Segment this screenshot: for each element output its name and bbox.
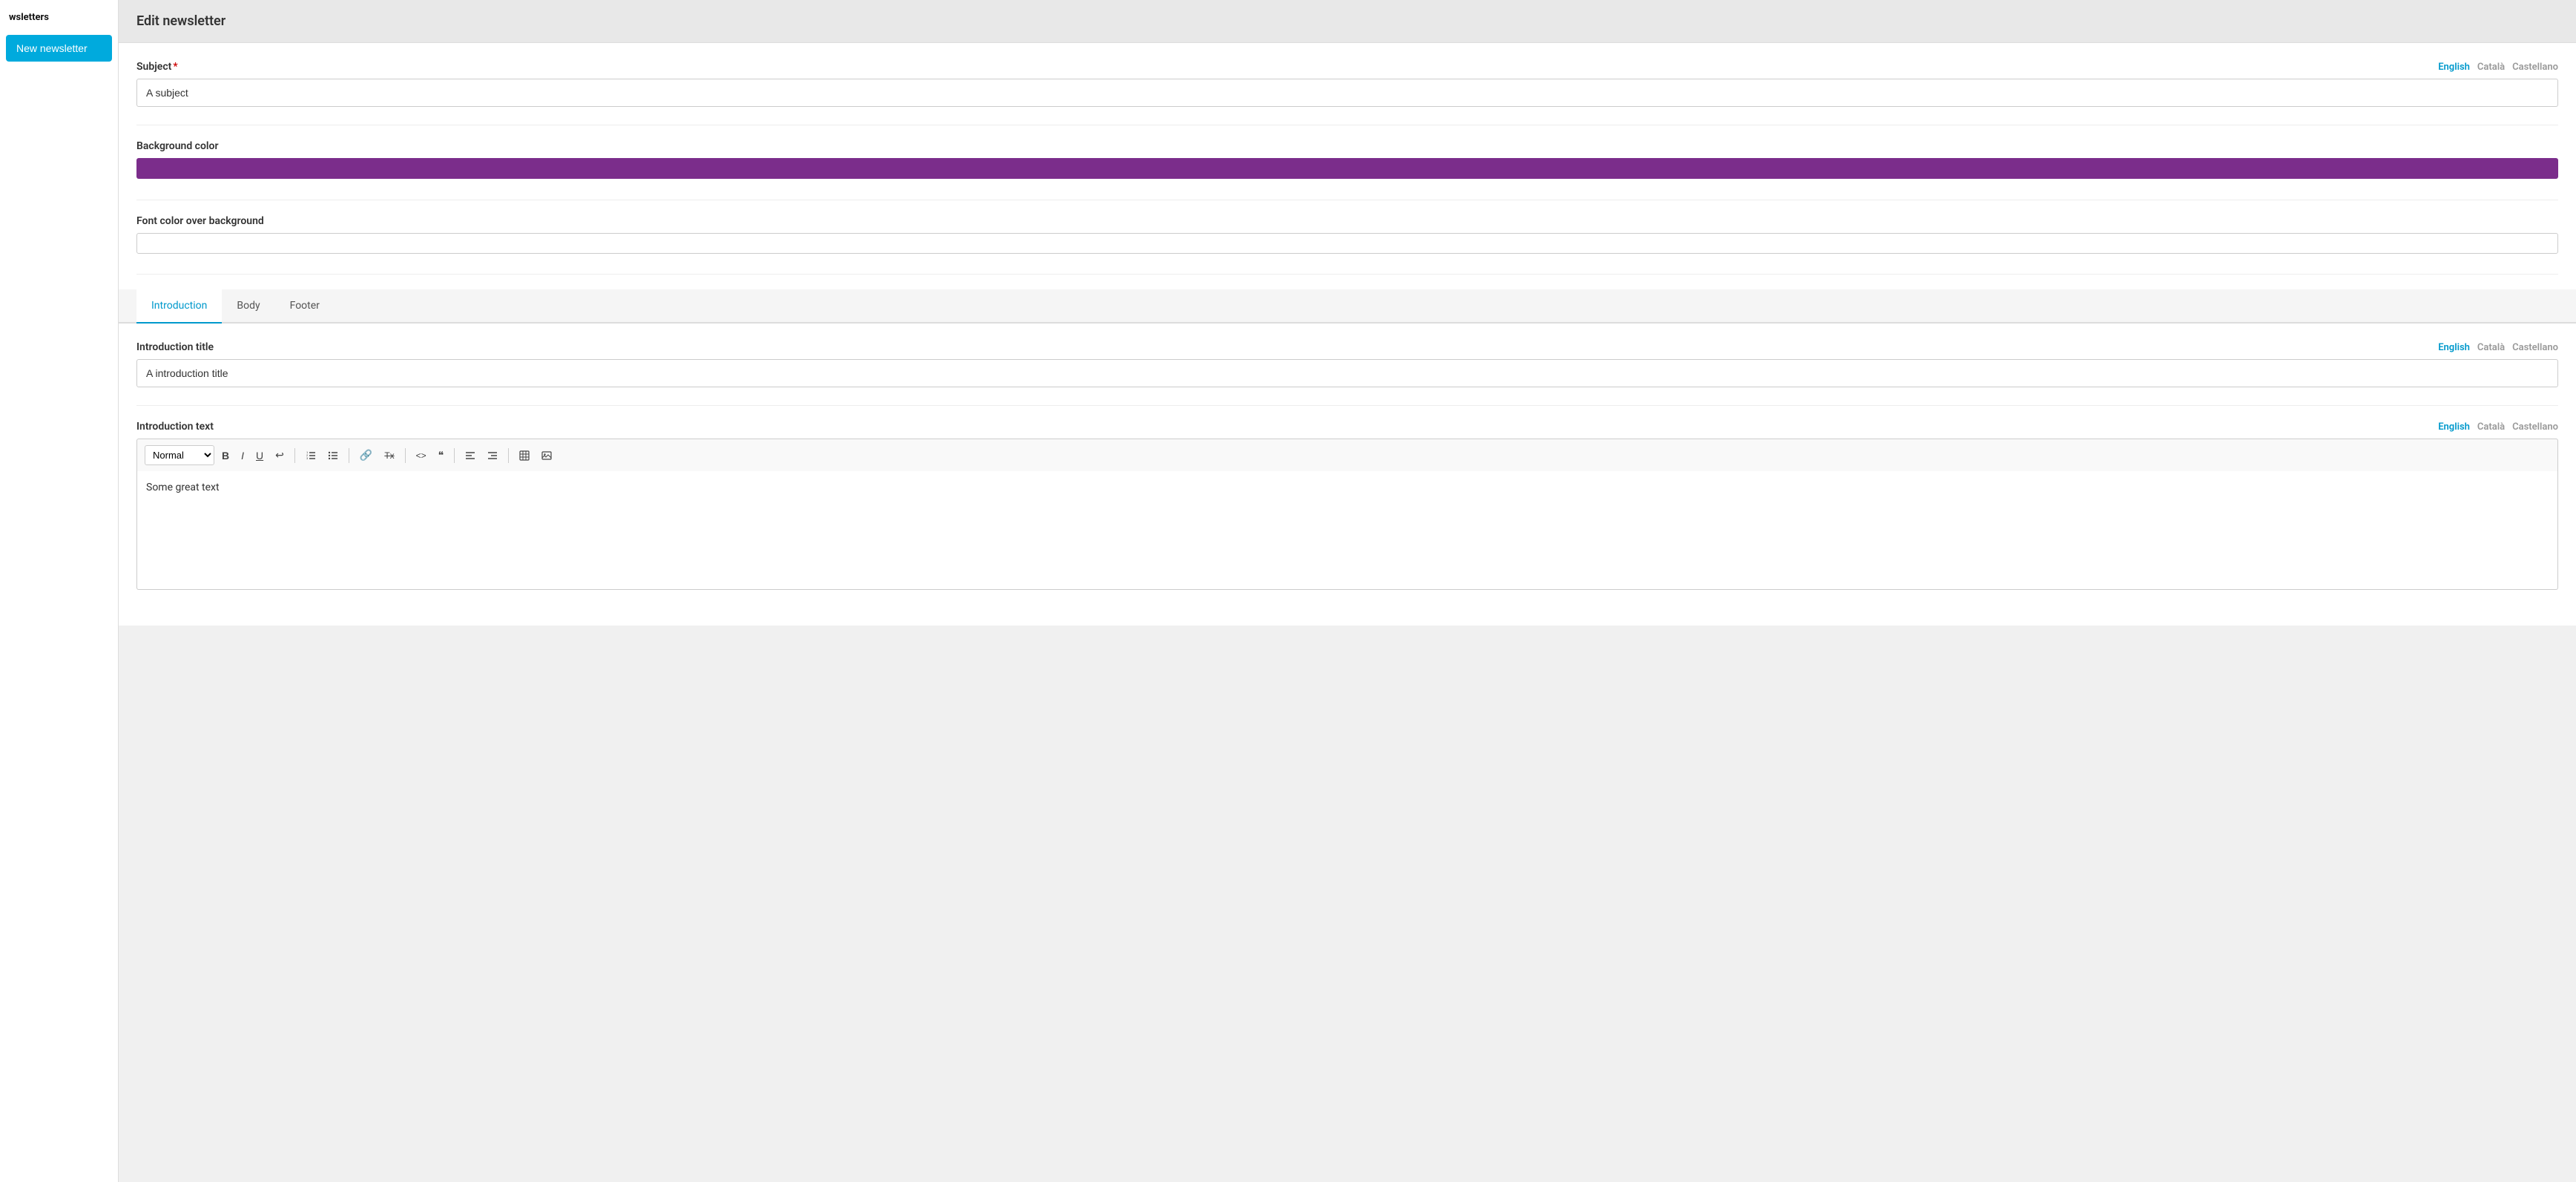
new-newsletter-button[interactable]: New newsletter: [6, 35, 112, 62]
subject-section: Subject* English Català Castellano: [136, 61, 2558, 107]
intro-title-lang-castellano[interactable]: Castellano: [2512, 342, 2558, 353]
subject-lang-switcher: English Català Castellano: [2438, 62, 2558, 73]
form-area: Subject* English Català Castellano Backg…: [119, 43, 2576, 626]
tab-footer[interactable]: Footer: [275, 289, 335, 324]
toolbar-divider-4: [454, 448, 455, 463]
underline-button[interactable]: U: [251, 447, 268, 464]
introduction-title-input[interactable]: [136, 359, 2558, 387]
unordered-list-button[interactable]: [323, 447, 343, 464]
toolbar-divider-5: [508, 448, 509, 463]
divider-4: [136, 405, 2558, 406]
align-right-button[interactable]: [483, 447, 502, 464]
font-color-swatch[interactable]: [136, 233, 2558, 254]
page-header: Edit newsletter: [119, 0, 2576, 43]
intro-title-lang-switcher: English Català Castellano: [2438, 342, 2558, 353]
introduction-text-label-row: Introduction text English Català Castell…: [136, 421, 2558, 433]
strikethrough-button[interactable]: ↩: [271, 446, 289, 464]
intro-text-lang-catala[interactable]: Català: [2477, 421, 2505, 433]
subject-label: Subject*: [136, 61, 178, 73]
ordered-list-button[interactable]: 123: [301, 447, 320, 464]
divider-3: [136, 274, 2558, 275]
tabs-bar: Introduction Body Footer: [119, 289, 2576, 324]
subject-lang-castellano[interactable]: Castellano: [2512, 62, 2558, 73]
tab-introduction[interactable]: Introduction: [136, 289, 222, 324]
introduction-title-label-row: Introduction title English Català Castel…: [136, 341, 2558, 353]
introduction-text-section: Introduction text English Català Castell…: [136, 421, 2558, 590]
bold-button[interactable]: B: [217, 447, 234, 464]
clear-format-button[interactable]: Tx: [380, 447, 398, 464]
main-content: Edit newsletter Subject* English Català …: [119, 0, 2576, 1182]
intro-text-lang-switcher: English Català Castellano: [2438, 421, 2558, 433]
sidebar: wsletters New newsletter: [0, 0, 119, 1182]
toolbar-divider-3: [405, 448, 406, 463]
svg-text:3: 3: [306, 456, 309, 460]
introduction-title-section: Introduction title English Català Castel…: [136, 341, 2558, 387]
intro-text-lang-castellano[interactable]: Castellano: [2512, 421, 2558, 433]
page-title: Edit newsletter: [136, 13, 2558, 29]
subject-lang-catala[interactable]: Català: [2477, 62, 2505, 73]
intro-title-lang-catala[interactable]: Català: [2477, 342, 2505, 353]
subject-lang-english[interactable]: English: [2438, 62, 2470, 73]
tab-body[interactable]: Body: [222, 289, 274, 324]
toolbar-divider-1: [294, 448, 295, 463]
intro-text-lang-english[interactable]: English: [2438, 421, 2470, 433]
editor-toolbar: Normal Heading 1 Heading 2 B I U ↩ 123 🔗…: [136, 439, 2558, 471]
editor-content: Some great text: [146, 482, 220, 493]
background-color-section: Background color: [136, 140, 2558, 182]
code-button[interactable]: <>: [412, 447, 431, 464]
background-color-swatch[interactable]: [136, 158, 2558, 179]
align-left-button[interactable]: [461, 447, 480, 464]
font-color-label: Font color over background: [136, 215, 2558, 227]
italic-button[interactable]: I: [237, 447, 248, 464]
link-button[interactable]: 🔗: [355, 446, 377, 464]
background-color-label: Background color: [136, 140, 2558, 152]
intro-title-lang-english[interactable]: English: [2438, 342, 2470, 353]
format-select[interactable]: Normal Heading 1 Heading 2: [145, 445, 214, 465]
table-button[interactable]: [515, 447, 534, 464]
sidebar-title: wsletters: [0, 6, 118, 29]
image-button[interactable]: [537, 447, 556, 464]
required-star: *: [173, 61, 177, 73]
subject-input[interactable]: [136, 79, 2558, 107]
quote-button[interactable]: ❝: [434, 446, 449, 464]
font-color-section: Font color over background: [136, 215, 2558, 256]
editor-body[interactable]: Some great text: [136, 471, 2558, 590]
subject-label-row: Subject* English Català Castellano: [136, 61, 2558, 73]
